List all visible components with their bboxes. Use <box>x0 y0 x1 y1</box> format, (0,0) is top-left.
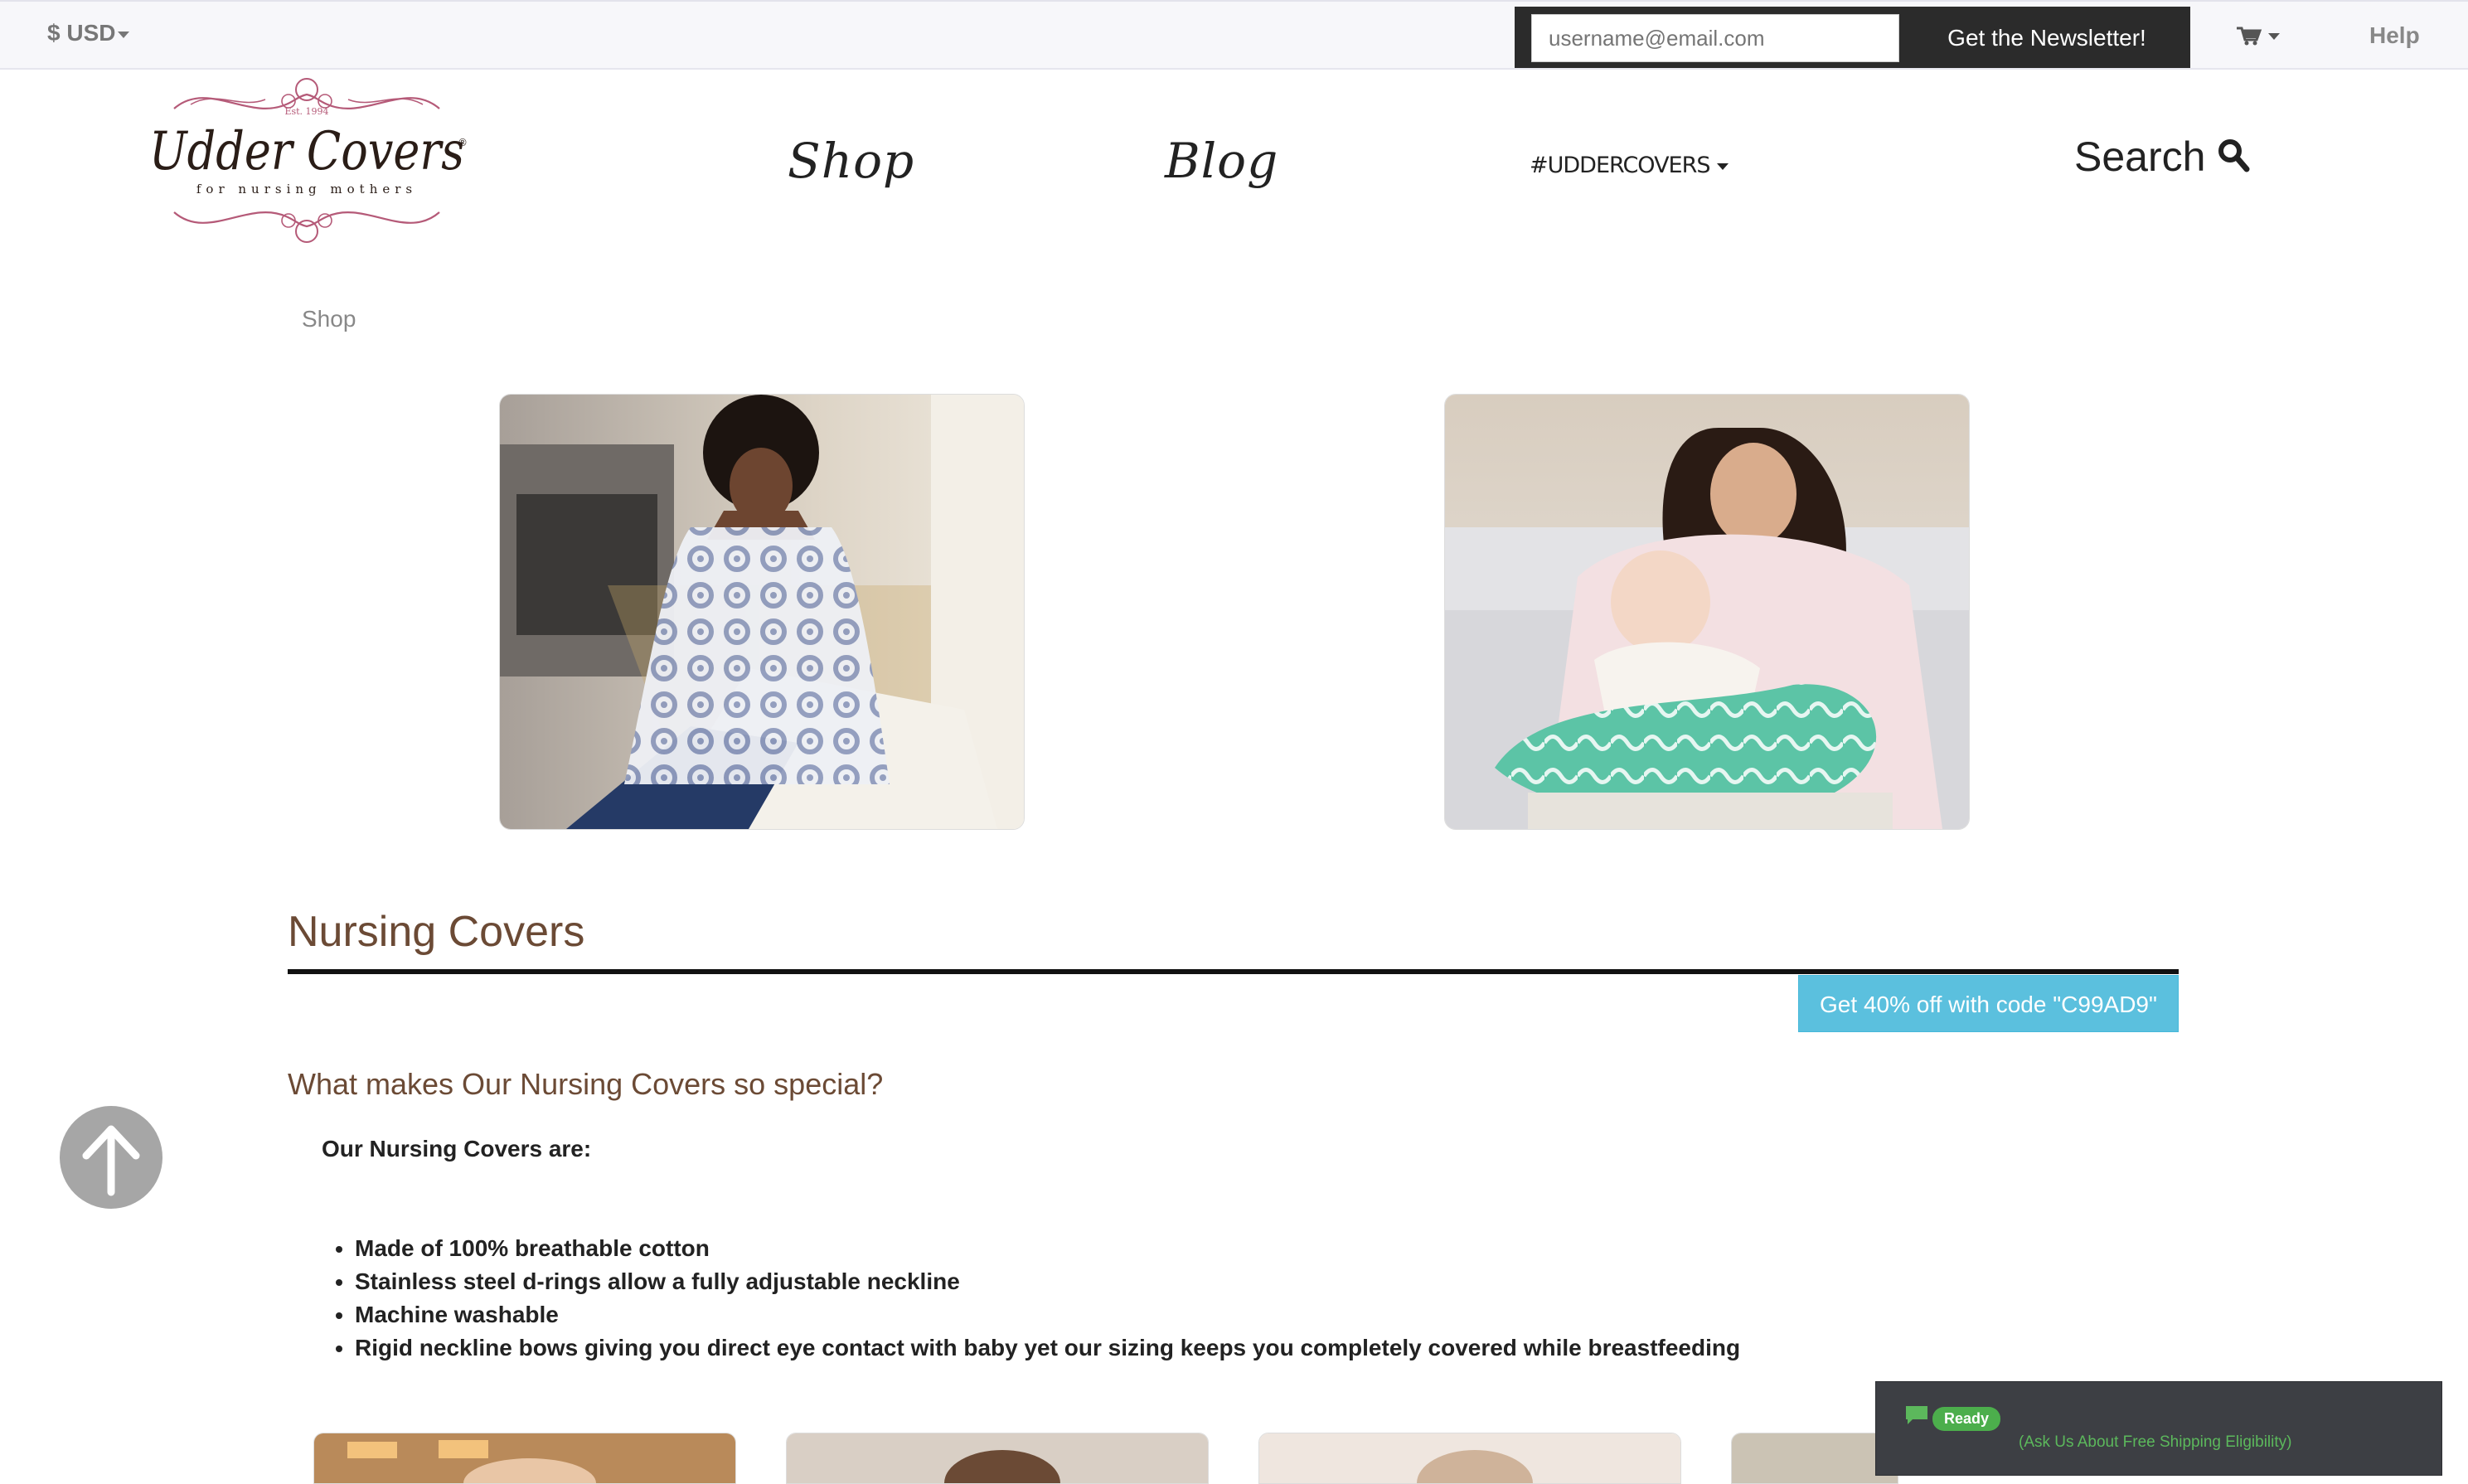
udder-covers-logo[interactable]: Est. 1994 Udder Covers ® for nursing mot… <box>141 71 473 252</box>
nav-uddercovers-dropdown[interactable]: #UDDERCOVERS <box>1530 153 1729 178</box>
section-title: Nursing Covers <box>288 908 585 956</box>
cart-icon <box>2237 27 2280 46</box>
breadcrumb-shop[interactable]: Shop <box>302 306 356 332</box>
help-link[interactable]: Help <box>2369 22 2420 49</box>
product-thumbnail[interactable] <box>1731 1433 1898 1484</box>
nav-hashtag-label: #UDDERCOVERS <box>1530 153 1710 178</box>
product-thumbnail[interactable] <box>313 1433 736 1484</box>
nav-blog[interactable]: Blog <box>1165 133 1278 189</box>
hero-image-nursing-cover[interactable] <box>499 394 1025 830</box>
section-divider <box>288 969 2179 974</box>
section-subheading: What makes Our Nursing Covers so special… <box>288 1067 884 1101</box>
features-list: Made of 100% breathable cotton Stainless… <box>315 1232 1740 1365</box>
promo-code-banner[interactable]: Get 40% off with code "C99AD9" <box>1798 975 2179 1032</box>
search-icon <box>2218 139 2250 172</box>
chat-widget[interactable]: Ready (Ask Us About Free Shipping Eligib… <box>1875 1381 2442 1476</box>
chat-message: (Ask Us About Free Shipping Eligibility) <box>2019 1433 2292 1451</box>
back-to-top-button[interactable] <box>60 1106 162 1209</box>
arrow-up-icon <box>82 1125 140 1196</box>
newsletter-submit-button[interactable]: Get the Newsletter! <box>1916 14 2178 62</box>
newsletter-form: Get the Newsletter! <box>1515 7 2190 68</box>
cart-dropdown[interactable] <box>2235 23 2281 52</box>
currency-label: $ USD <box>47 20 116 46</box>
top-bar: $ USD Get the Newsletter! Help <box>0 0 2468 70</box>
caret-down-icon <box>118 31 130 38</box>
product-thumbnail[interactable] <box>1258 1433 1681 1484</box>
nav-search-label: Search <box>2074 133 2206 180</box>
breadcrumb: Shop <box>302 306 356 332</box>
nav-shop[interactable]: Shop <box>788 133 914 189</box>
chat-status-badge: Ready <box>1932 1407 2001 1431</box>
feature-item: Stainless steel d-rings allow a fully ad… <box>355 1265 1740 1298</box>
features-intro: Our Nursing Covers are: <box>322 1136 592 1161</box>
logo-registered: ® <box>458 137 468 148</box>
logo-wordmark: Udder Covers <box>149 121 464 182</box>
caret-down-icon <box>1716 162 1729 170</box>
newsletter-email-input[interactable] <box>1531 14 1899 62</box>
hero-image-nursing-pillow[interactable] <box>1444 394 1970 830</box>
currency-selector[interactable]: $ USD <box>47 20 130 46</box>
logo-est: Est. 1994 <box>284 106 328 117</box>
feature-item: Machine washable <box>355 1298 1740 1331</box>
chat-bubble-icon <box>1906 1406 1927 1424</box>
nav-search[interactable]: Search <box>2074 133 2250 181</box>
feature-item: Rigid neckline bows giving you direct ey… <box>355 1331 1740 1365</box>
product-thumbnail[interactable] <box>786 1433 1209 1484</box>
feature-item: Made of 100% breathable cotton <box>355 1232 1740 1265</box>
logo-tagline: for nursing mothers <box>196 182 417 196</box>
